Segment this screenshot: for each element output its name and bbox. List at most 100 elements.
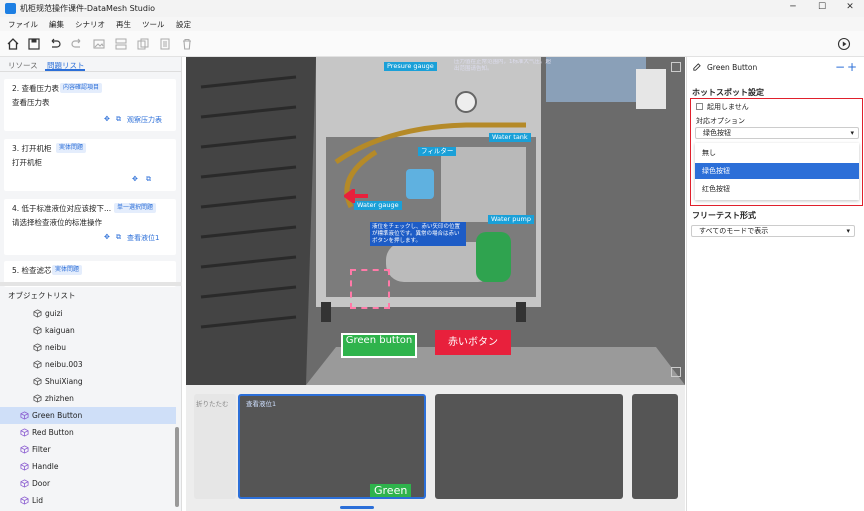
scene-thumbnail[interactable] (435, 394, 623, 499)
object-item[interactable]: ShuiXiang (0, 373, 176, 390)
task-title: 3. 打开机柜 (12, 144, 52, 153)
option-select[interactable]: 绿色按钮 ▾ (695, 127, 859, 139)
play-icon[interactable] (837, 37, 851, 51)
task-card[interactable]: 3. 打开机柜 実体問題 打开机柜 ✥ ⧉ (4, 139, 176, 191)
object-name: Lid (32, 496, 44, 505)
water-pump-label[interactable]: Water pump (488, 215, 534, 224)
tab-resources[interactable]: リソース (8, 60, 38, 71)
move-icon[interactable]: ✥ (104, 233, 110, 241)
object-item-selected[interactable]: Green Button (0, 407, 176, 424)
task-card[interactable]: 2. 查看压力表 内容確認項目 查看压力表 ✥ ⧉ 观察压力表 (4, 79, 176, 131)
pressure-gauge-label[interactable]: Presure gauge (384, 62, 437, 71)
cube-icon (20, 445, 29, 454)
menu-edit[interactable]: 編集 (49, 19, 64, 30)
cube-icon (33, 343, 42, 352)
object-item[interactable]: guizi (0, 305, 176, 322)
link-icon[interactable]: ⧉ (146, 175, 151, 184)
filter-label[interactable]: フィルター (418, 147, 457, 156)
splitter[interactable] (0, 282, 182, 286)
object-name: guizi (45, 309, 63, 318)
undo-icon[interactable] (48, 37, 62, 51)
object-item[interactable]: Red Button (0, 424, 176, 441)
image-icon[interactable] (92, 37, 106, 51)
hotspot-settings-header: ホットスポット設定 (692, 88, 764, 97)
save-icon[interactable] (27, 37, 41, 51)
option-item-highlighted[interactable]: 绿色按钮 (695, 163, 859, 179)
toolbar (0, 31, 864, 57)
scene-viewport[interactable]: Presure gauge フィルター Water tank Water gau… (186, 57, 685, 385)
thumbnail-text: Green (370, 484, 412, 497)
cube-icon (33, 377, 42, 386)
object-item[interactable]: Lid (0, 492, 176, 509)
chevron-down-icon: ▾ (846, 227, 850, 235)
object-item[interactable]: Filter (0, 441, 176, 458)
delete-icon[interactable] (180, 37, 194, 51)
task-tag: 実体問題 (52, 265, 83, 275)
menu-scenario[interactable]: シナリオ (75, 19, 105, 30)
scene-thumbnail[interactable] (632, 394, 678, 499)
cube-icon (33, 309, 42, 318)
cube-icon (33, 394, 42, 403)
close-icon[interactable]: ✕ (843, 2, 857, 15)
cube-icon (20, 462, 29, 471)
copy-icon[interactable] (136, 37, 150, 51)
cube-icon (33, 360, 42, 369)
enable-label: 起用しません (707, 103, 749, 111)
collapse-icon[interactable]: − (835, 60, 845, 74)
settings-icon[interactable] (671, 62, 681, 72)
object-item[interactable]: neibu.003 (0, 356, 176, 373)
menu-file[interactable]: ファイル (8, 19, 38, 30)
cube-icon (20, 496, 29, 505)
object-item[interactable]: Handle (0, 458, 176, 475)
menu-play[interactable]: 再生 (116, 19, 131, 30)
task-action-link[interactable]: 观察压力表 (127, 115, 162, 125)
selected-option: 绿色按钮 (703, 129, 731, 137)
object-name: Filter (32, 445, 51, 454)
object-name: kaiguan (45, 326, 75, 335)
enable-checkbox[interactable] (696, 103, 703, 110)
green-button-hotspot[interactable]: Green button (341, 333, 417, 358)
object-name: neibu (45, 343, 66, 352)
task-action-link[interactable]: 查看液位1 (127, 233, 159, 243)
cube-icon (33, 326, 42, 335)
task-title: 2. 查看压力表 (12, 84, 60, 93)
object-list-header: オブジェクトリスト (8, 291, 76, 300)
edit-icon[interactable] (692, 63, 701, 72)
scene-strip: 折りたたむ 查看液位1 Green (186, 385, 685, 511)
task-card[interactable]: 4. 低于标准液位对应该按下... 单一選択問題 请选择检查液位的标准操作 ✥ … (4, 199, 176, 255)
scrollbar-thumb[interactable] (175, 427, 179, 507)
object-item[interactable]: Door (0, 475, 176, 492)
minimize-icon[interactable]: ─ (786, 2, 800, 15)
cube-icon (20, 411, 29, 420)
task-tag: 单一選択問題 (114, 203, 157, 213)
chevron-down-icon: ▾ (850, 129, 854, 137)
red-button-hotspot[interactable]: 赤いボタン (435, 330, 511, 355)
home-icon[interactable] (6, 37, 20, 51)
menu-tools[interactable]: ツール (142, 19, 165, 30)
object-name: Door (32, 479, 51, 488)
option-item[interactable]: 红色按钮 (695, 181, 859, 197)
scene-thumbnail-selected[interactable]: 查看液位1 Green (238, 394, 426, 499)
freetest-select[interactable]: すべてのモードで表示 ▾ (691, 225, 855, 237)
list-view-icon[interactable] (671, 367, 681, 377)
object-item[interactable]: kaiguan (0, 322, 176, 339)
object-item[interactable]: zhizhen (0, 390, 176, 407)
redo-icon[interactable] (70, 37, 84, 51)
menu-settings[interactable]: 設定 (176, 19, 191, 30)
option-item[interactable]: 無し (695, 145, 859, 161)
move-icon[interactable]: ✥ (104, 115, 110, 123)
link-icon[interactable]: ⧉ (116, 115, 121, 124)
strip-scroll-indicator[interactable] (340, 506, 374, 509)
maximize-icon[interactable]: ☐ (815, 2, 829, 15)
object-name: zhizhen (45, 394, 74, 403)
link-icon[interactable]: ⧉ (116, 233, 121, 242)
layout-icon[interactable] (114, 37, 128, 51)
move-icon[interactable]: ✥ (132, 175, 138, 183)
add-icon[interactable]: + (847, 60, 857, 74)
collapse-panel[interactable]: 折りたたむ (194, 394, 236, 499)
list-icon[interactable] (158, 37, 172, 51)
object-item[interactable]: neibu (0, 339, 176, 356)
water-tank-label[interactable]: Water tank (489, 133, 531, 142)
hotspot-settings-box: 起用しません 対応オプション 绿色按钮 ▾ 無し 绿色按钮 红色按钮 (690, 98, 863, 206)
hotspot-selection[interactable] (350, 269, 390, 309)
